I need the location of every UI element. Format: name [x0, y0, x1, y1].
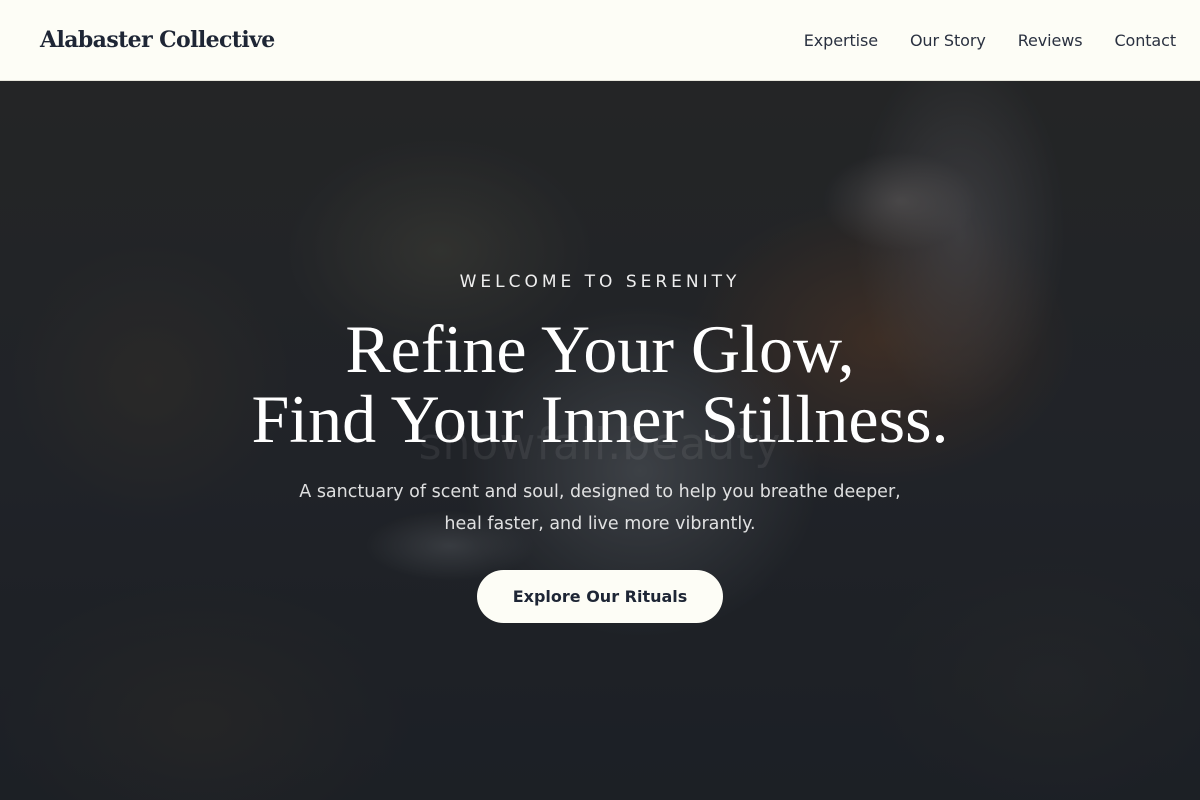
- hero-headline: Refine Your Glow, Find Your Inner Stilln…: [100, 314, 1100, 454]
- hero-eyebrow: WELCOME TO SERENITY: [459, 272, 741, 292]
- nav-link-expertise[interactable]: Expertise: [804, 31, 878, 50]
- hero-subtext: A sanctuary of scent and soul, designed …: [250, 476, 950, 540]
- main-nav: Expertise Our Story Reviews Contact: [804, 31, 1176, 50]
- hero-subtext-line-2: heal faster, and live more vibrantly.: [444, 514, 756, 534]
- hero-subtext-line-1: A sanctuary of scent and soul, designed …: [299, 482, 901, 502]
- explore-rituals-button[interactable]: Explore Our Rituals: [477, 570, 723, 623]
- site-header: Alabaster Collective Expertise Our Story…: [0, 0, 1200, 81]
- nav-link-contact[interactable]: Contact: [1114, 31, 1176, 50]
- hero-section: snowfall.beauty WELCOME TO SERENITY Refi…: [0, 81, 1200, 800]
- hero-headline-line-2: Find Your Inner Stillness.: [251, 381, 949, 457]
- nav-link-reviews[interactable]: Reviews: [1018, 31, 1083, 50]
- hero-content: WELCOME TO SERENITY Refine Your Glow, Fi…: [100, 270, 1100, 623]
- hero-headline-line-1: Refine Your Glow,: [345, 311, 855, 387]
- nav-link-our-story[interactable]: Our Story: [910, 31, 986, 50]
- brand-logo[interactable]: Alabaster Collective: [40, 27, 275, 53]
